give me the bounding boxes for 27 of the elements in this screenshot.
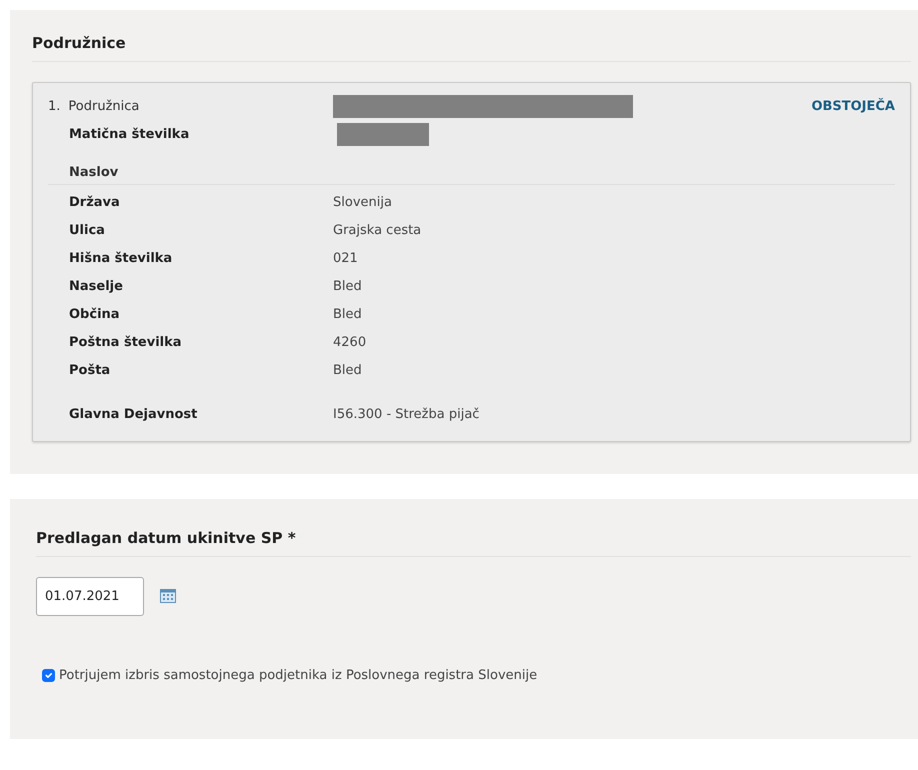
branch-title: Podružnica — [68, 98, 140, 116]
checkbox-label: Potrjujem izbris samostojnega podjetnika iz Poslovnega registra Slovenije — [59, 666, 538, 684]
field-label: Glavna Dejavnost — [68, 406, 198, 424]
section-title: Predlagan datum ukinitve SP * — [36, 527, 911, 556]
field-label: Naselje — [68, 278, 124, 296]
status-label: OBSTOJEČA — [811, 97, 895, 116]
field-label: Občina — [68, 306, 121, 324]
field-label: Hišna številka — [68, 250, 174, 268]
field-label: Pošta — [68, 362, 112, 380]
field-value: Grajska cesta — [333, 222, 422, 240]
address-heading: Naslov — [48, 162, 895, 185]
date-field[interactable]: 01.07.2021 — [36, 576, 144, 616]
confirm-checkbox[interactable] — [42, 668, 55, 682]
field-value: Bled — [333, 306, 363, 324]
field-value: Slovenija — [333, 194, 393, 212]
field-value: 021 — [333, 250, 359, 268]
section-title: Podružnice — [32, 32, 911, 62]
field-value: I56.300 - Strežba pijač — [333, 406, 480, 424]
field-label: Matična številka — [68, 126, 190, 144]
field-value: Bled — [333, 278, 363, 296]
field-label: Poštna številka — [68, 334, 183, 352]
field-value: 4260 — [333, 334, 368, 352]
field-label: Ulica — [68, 222, 106, 240]
calendar-icon[interactable] — [160, 589, 176, 603]
field-value: Bled — [333, 362, 363, 380]
item-number: 1. — [48, 98, 60, 116]
field-label: Država — [68, 194, 121, 212]
